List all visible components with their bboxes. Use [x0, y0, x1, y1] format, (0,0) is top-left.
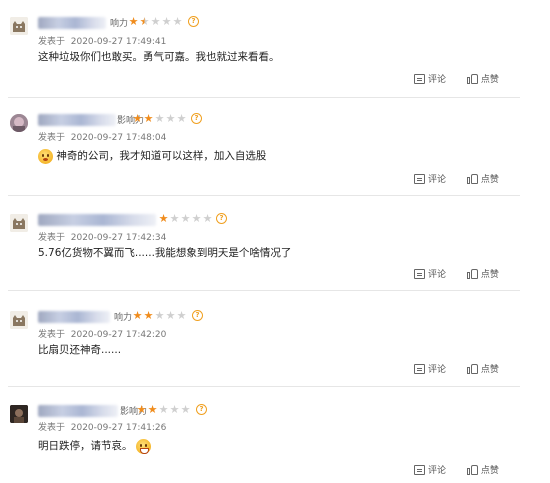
star-icon: ★: [172, 15, 183, 28]
posted-time: 发表于 2020-09-27 17:49:41: [38, 37, 167, 47]
star-icon: ★: [161, 15, 172, 28]
grinning-face-emoji: [135, 438, 151, 454]
comment-button[interactable]: 评论: [414, 172, 446, 185]
influence-stars: ★★★★★: [132, 309, 187, 322]
comment-button[interactable]: 评论: [414, 72, 446, 85]
comment-text-body: 明日跌停，请节哀。: [38, 440, 133, 452]
help-icon[interactable]: ?: [188, 16, 199, 27]
star-icon: ★: [158, 403, 169, 416]
comment-text: 5.76亿货物不翼而飞......我能想象到明天是个啥情况了: [38, 247, 292, 259]
posted-time: 发表于 2020-09-27 17:42:20: [38, 330, 167, 340]
comment-item: 影响力 ★★★★★ ? 发表于 2020-09-27 17:41:26 明日跌停…: [0, 403, 520, 483]
comment-icon: [414, 173, 425, 184]
comment-item: 响力 ★★★★★ ? 发表于 2020-09-27 17:42:20 比扇贝还神…: [0, 309, 520, 391]
star-icon: ★: [169, 212, 180, 225]
user-avatar[interactable]: [10, 311, 28, 329]
comment-text: 这种垃圾你们也敢买。勇气可嘉。我也就过来看看。: [38, 51, 280, 63]
star-icon: ★: [150, 15, 161, 28]
surprised-face-emoji: [38, 148, 53, 164]
like-button[interactable]: 点赞: [466, 267, 499, 280]
help-icon[interactable]: ?: [216, 213, 227, 224]
help-icon[interactable]: ?: [196, 404, 207, 415]
comment-item: 影响力 ★★★★★ ? 发表于 2020-09-27 17:48:04 神奇的公…: [0, 112, 520, 194]
comment-actions: 评论 点赞: [414, 362, 517, 377]
help-icon[interactable]: ?: [191, 113, 202, 124]
divider: [8, 290, 520, 291]
posted-time: 发表于 2020-09-27 17:41:26: [38, 423, 167, 433]
like-button[interactable]: 点赞: [466, 72, 499, 85]
star-icon: ★: [202, 212, 213, 225]
comment-text: 神奇的公司，我才知道可以这样，加入自选股: [38, 148, 266, 164]
comment-icon: [414, 363, 425, 374]
divider: [8, 386, 520, 387]
star-icon: ★: [143, 309, 154, 322]
thumbs-up-icon: [466, 464, 478, 475]
user-avatar[interactable]: [10, 214, 28, 232]
user-avatar[interactable]: [10, 17, 28, 35]
username-blurred[interactable]: [38, 114, 116, 126]
star-icon: ★: [191, 212, 202, 225]
help-icon[interactable]: ?: [192, 310, 203, 321]
comment-item: ★★★★★ ? 发表于 2020-09-27 17:42:34 5.76亿货物不…: [0, 212, 520, 294]
star-icon: ★: [158, 212, 169, 225]
star-icon: ★: [132, 112, 143, 125]
comment-icon: [414, 73, 425, 84]
thumbs-up-icon: [466, 73, 478, 84]
thumbs-up-icon: [466, 173, 478, 184]
influence-label: 响力: [110, 19, 129, 29]
comment-button[interactable]: 评论: [414, 463, 446, 476]
star-icon: ★: [165, 309, 176, 322]
posted-time: 发表于 2020-09-27 17:42:34: [38, 233, 167, 243]
comment-button[interactable]: 评论: [414, 267, 446, 280]
thumbs-up-icon: [466, 363, 478, 374]
divider: [8, 97, 520, 98]
like-button[interactable]: 点赞: [466, 172, 499, 185]
star-icon: ★: [165, 112, 176, 125]
star-icon: ★: [132, 309, 143, 322]
influence-stars: ★★★★★: [136, 403, 191, 416]
star-icon: ★: [154, 309, 165, 322]
posted-time: 发表于 2020-09-27 17:48:04: [38, 133, 167, 143]
comment-button[interactable]: 评论: [414, 362, 446, 375]
comment-icon: [414, 464, 425, 475]
star-icon: ★: [180, 403, 191, 416]
user-avatar[interactable]: [10, 114, 28, 132]
user-avatar[interactable]: [10, 405, 28, 423]
influence-label: 响力: [114, 313, 133, 323]
divider: [8, 195, 520, 196]
username-blurred[interactable]: [38, 17, 106, 29]
comment-text: 明日跌停，请节哀。: [38, 438, 151, 454]
star-icon: ★: [136, 403, 147, 416]
comment-text-body: 神奇的公司，我才知道可以这样，加入自选股: [56, 150, 267, 162]
like-button[interactable]: 点赞: [466, 362, 499, 375]
comment-actions: 评论 点赞: [414, 72, 517, 87]
star-icon: ★: [143, 112, 154, 125]
star-half-icon: ★: [139, 15, 150, 28]
comment-actions: 评论 点赞: [414, 172, 517, 187]
comment-text: 比扇贝还神奇......: [38, 344, 122, 356]
comment-item: 响力 ★★★★★ ? 发表于 2020-09-27 17:49:41 这种垃圾你…: [0, 15, 520, 97]
star-icon: ★: [176, 112, 187, 125]
influence-stars: ★★★★★: [128, 15, 183, 28]
username-blurred[interactable]: [38, 214, 156, 226]
star-icon: ★: [147, 403, 158, 416]
star-icon: ★: [169, 403, 180, 416]
influence-stars: ★★★★★: [132, 112, 187, 125]
star-icon: ★: [176, 309, 187, 322]
comment-actions: 评论 点赞: [414, 463, 517, 478]
comment-actions: 评论 点赞: [414, 267, 517, 282]
comment-icon: [414, 268, 425, 279]
username-blurred[interactable]: [38, 405, 118, 417]
thumbs-up-icon: [466, 268, 478, 279]
like-button[interactable]: 点赞: [466, 463, 499, 476]
username-blurred[interactable]: [38, 311, 110, 323]
star-icon: ★: [154, 112, 165, 125]
influence-stars: ★★★★★: [158, 212, 213, 225]
star-icon: ★: [128, 15, 139, 28]
star-icon: ★: [180, 212, 191, 225]
